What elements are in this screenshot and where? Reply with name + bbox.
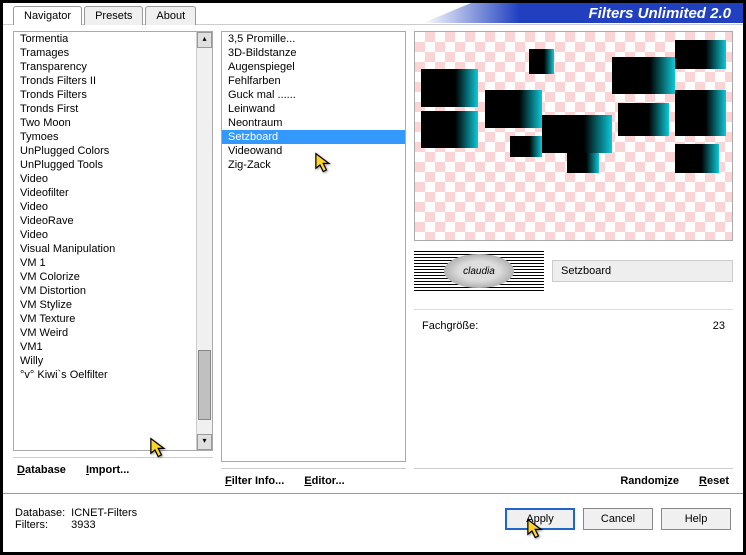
filters-count-value: 3933 (71, 519, 137, 531)
scroll-up-button[interactable]: ▴ (197, 32, 212, 48)
footer-info: Database: ICNET-Filters Filters: 3933 (15, 507, 137, 531)
footer: Database: ICNET-Filters Filters: 3933 Ap… (3, 493, 743, 543)
app-title: Filters Unlimited 2.0 (588, 5, 731, 22)
category-item[interactable]: VM1 (14, 340, 196, 354)
author-badge: claudia (414, 251, 544, 291)
category-item[interactable]: Videofilter (14, 186, 196, 200)
cancel-button[interactable]: Cancel (583, 508, 653, 530)
footer-buttons: Apply Cancel Help (505, 508, 731, 530)
import-button[interactable]: Import... (86, 464, 129, 476)
filter-item[interactable]: 3,5 Promille... (222, 32, 405, 46)
category-item[interactable]: Tronds Filters (14, 88, 196, 102)
main-area: TormentiaTramagesTransparencyTronds Filt… (3, 25, 743, 493)
preview-column: claudia Setzboard Fachgröße: 23 Randomize… (414, 31, 733, 493)
category-item[interactable]: Tronds Filters II (14, 74, 196, 88)
filter-column: 3,5 Promille...3D-BildstanzeAugenspiegel… (221, 31, 406, 493)
tab-navigator[interactable]: Navigator (13, 6, 82, 25)
param-row[interactable]: Fachgröße: 23 (414, 318, 733, 334)
category-item[interactable]: VM Stylize (14, 298, 196, 312)
db-label: Database: (15, 507, 65, 519)
preview-graphic (415, 32, 732, 240)
category-item[interactable]: Video (14, 228, 196, 242)
filter-title-row: claudia Setzboard (414, 251, 733, 291)
preview-pane (414, 31, 733, 241)
filter-info-button[interactable]: Filter Info... (225, 475, 284, 487)
filter-item[interactable]: Leinwand (222, 102, 405, 116)
editor-button[interactable]: Editor... (304, 475, 344, 487)
category-item[interactable]: VM Texture (14, 312, 196, 326)
category-item[interactable]: VideoRave (14, 214, 196, 228)
category-item[interactable]: Tronds First (14, 102, 196, 116)
param-label: Fachgröße: (422, 320, 478, 332)
filter-list[interactable]: 3,5 Promille...3D-BildstanzeAugenspiegel… (221, 31, 406, 462)
category-item[interactable]: Tymoes (14, 130, 196, 144)
tab-presets[interactable]: Presets (84, 6, 143, 25)
param-value: 23 (713, 320, 725, 332)
category-item[interactable]: VM Colorize (14, 270, 196, 284)
filter-item[interactable]: Guck mal ...... (222, 88, 405, 102)
filter-item[interactable]: 3D-Bildstanze (222, 46, 405, 60)
category-item[interactable]: Willy (14, 354, 196, 368)
filter-item[interactable]: Fehlfarben (222, 74, 405, 88)
category-item[interactable]: VM Distortion (14, 284, 196, 298)
parameter-area: Fachgröße: 23 (414, 309, 733, 334)
category-item[interactable]: Visual Manipulation (14, 242, 196, 256)
category-item[interactable]: °v° Kiwi`s Oelfilter (14, 368, 196, 382)
db-value: ICNET-Filters (71, 507, 137, 519)
category-list[interactable]: TormentiaTramagesTransparencyTronds Filt… (14, 32, 196, 450)
category-item[interactable]: Transparency (14, 60, 196, 74)
scrollbar[interactable]: ▴ ▾ (196, 32, 212, 450)
database-button[interactable]: Database (17, 464, 66, 476)
category-item[interactable]: UnPlugged Colors (14, 144, 196, 158)
randomize-button[interactable]: Randomize (620, 475, 679, 487)
tab-strip: NavigatorPresetsAbout (3, 3, 198, 25)
filters-count-label: Filters: (15, 519, 65, 531)
filter-item[interactable]: Augenspiegel (222, 60, 405, 74)
preview-toolbar: Randomize Reset (414, 468, 733, 493)
help-button[interactable]: Help (661, 508, 731, 530)
filter-item[interactable]: Videowand (222, 144, 405, 158)
selected-filter-name: Setzboard (552, 260, 733, 282)
filter-toolbar: Filter Info... Editor... (221, 468, 406, 493)
filter-item[interactable]: Setzboard (222, 130, 405, 144)
apply-button[interactable]: Apply (505, 508, 575, 530)
category-item[interactable]: VM 1 (14, 256, 196, 270)
category-item[interactable]: Tramages (14, 46, 196, 60)
header: NavigatorPresetsAbout Filters Unlimited … (3, 3, 743, 25)
category-item[interactable]: Two Moon (14, 116, 196, 130)
category-column: TormentiaTramagesTransparencyTronds Filt… (13, 31, 213, 493)
scroll-down-button[interactable]: ▾ (197, 434, 212, 450)
category-item[interactable]: UnPlugged Tools (14, 158, 196, 172)
category-item[interactable]: Video (14, 200, 196, 214)
tab-about[interactable]: About (145, 6, 196, 25)
category-item[interactable]: VM Weird (14, 326, 196, 340)
category-item[interactable]: Video (14, 172, 196, 186)
reset-button[interactable]: Reset (699, 475, 729, 487)
filter-item[interactable]: Zig-Zack (222, 158, 405, 172)
badge-text: claudia (463, 266, 495, 277)
category-toolbar: Database Import... (13, 457, 213, 482)
category-item[interactable]: Tormentia (14, 32, 196, 46)
scroll-thumb[interactable] (198, 350, 211, 419)
filter-item[interactable]: Neontraum (222, 116, 405, 130)
title-strip: Filters Unlimited 2.0 (423, 3, 743, 23)
